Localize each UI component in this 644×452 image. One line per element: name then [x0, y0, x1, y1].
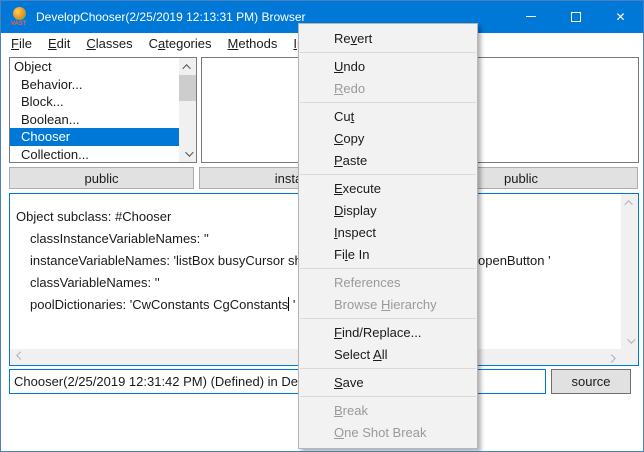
chevron-down-icon — [185, 148, 193, 156]
menu-item-display[interactable]: Display — [299, 200, 477, 222]
list-item-collection[interactable]: Collection... — [10, 146, 179, 163]
class-list-items: ObjectBehavior...Block...Boolean...Choos… — [10, 58, 179, 162]
menubar-item-file[interactable]: File — [3, 34, 40, 53]
list-item-behavior[interactable]: Behavior... — [10, 76, 179, 94]
menu-separator — [300, 318, 476, 319]
window-title: DevelopChooser(2/25/2019 12:13:31 PM) Br… — [36, 10, 305, 24]
maximize-icon — [571, 12, 581, 22]
chevron-up-icon — [624, 200, 632, 208]
menu-item-cut[interactable]: Cut — [299, 106, 477, 128]
source-button[interactable]: source — [551, 369, 631, 394]
code-line-fragment: openButton ' — [478, 250, 551, 272]
menu-item-inspect[interactable]: Inspect — [299, 222, 477, 244]
globe-icon — [13, 7, 26, 20]
menubar-item-classes[interactable]: Classes — [78, 34, 140, 53]
list-item-chooser[interactable]: Chooser — [10, 128, 179, 146]
menu-separator — [300, 102, 476, 103]
scroll-right-button[interactable] — [604, 349, 621, 365]
list-item-boolean[interactable]: Boolean... — [10, 111, 179, 129]
menu-item-execute[interactable]: Execute — [299, 178, 477, 200]
window-controls: ✕ — [508, 1, 643, 33]
scrollbar-thumb[interactable] — [179, 75, 196, 101]
class-list-scrollbar[interactable] — [179, 58, 196, 162]
menu-separator — [300, 174, 476, 175]
menu-separator — [300, 268, 476, 269]
maximize-button[interactable] — [553, 1, 598, 32]
minimize-icon — [526, 16, 536, 17]
menu-separator — [300, 396, 476, 397]
menu-item-revert[interactable]: Revert — [299, 28, 477, 50]
scroll-down-button[interactable] — [179, 145, 196, 162]
chevron-right-icon — [607, 354, 615, 362]
edit-context-menu: Revert UndoRedo CutCopyPaste ExecuteDisplay… — [298, 23, 478, 449]
scrollbar-corner — [621, 349, 638, 365]
menu-separator — [300, 52, 476, 53]
text-caret — [288, 297, 289, 311]
list-item-object[interactable]: Object — [10, 58, 179, 76]
menu-separator — [300, 368, 476, 369]
close-icon: ✕ — [615, 11, 625, 23]
menu-item-break: Break — [299, 400, 477, 422]
menu-item-undo[interactable]: Undo — [299, 56, 477, 78]
scroll-down-button[interactable] — [621, 332, 638, 349]
menu-item-redo: Redo — [299, 78, 477, 100]
scroll-left-button[interactable] — [10, 349, 27, 365]
menu-item-copy[interactable]: Copy — [299, 128, 477, 150]
menubar-item-edit[interactable]: Edit — [40, 34, 78, 53]
chevron-down-icon — [627, 335, 635, 343]
public-button-left[interactable]: public — [9, 167, 194, 189]
vast-icon-label: VAST — [11, 21, 27, 27]
class-list[interactable]: ObjectBehavior...Block...Boolean...Choos… — [9, 57, 197, 163]
menu-item-one-shot-break: One Shot Break — [299, 422, 477, 444]
code-vertical-scrollbar[interactable] — [621, 194, 638, 349]
menu-item-select-all[interactable]: Select All — [299, 344, 477, 366]
vast-app-icon[interactable]: VAST — [11, 7, 28, 27]
menu-item-browse-hierarchy: Browse Hierarchy — [299, 294, 477, 316]
browser-window: VAST DevelopChooser(2/25/2019 12:13:31 P… — [0, 0, 644, 452]
menu-item-file-in[interactable]: File In — [299, 244, 477, 266]
chevron-up-icon — [182, 64, 190, 72]
minimize-button[interactable] — [508, 1, 553, 32]
menu-item-find-replace[interactable]: Find/Replace... — [299, 322, 477, 344]
scroll-up-button[interactable] — [621, 194, 638, 211]
menu-item-save[interactable]: Save — [299, 372, 477, 394]
menu-item-paste[interactable]: Paste — [299, 150, 477, 172]
close-button[interactable]: ✕ — [598, 1, 643, 32]
menu-item-references: References — [299, 272, 477, 294]
menubar-item-methods[interactable]: Methods — [220, 34, 286, 53]
chevron-left-icon — [16, 351, 24, 359]
scroll-up-button[interactable] — [179, 58, 196, 75]
list-item-block[interactable]: Block... — [10, 93, 179, 111]
menubar-item-categories[interactable]: Categories — [141, 34, 220, 53]
